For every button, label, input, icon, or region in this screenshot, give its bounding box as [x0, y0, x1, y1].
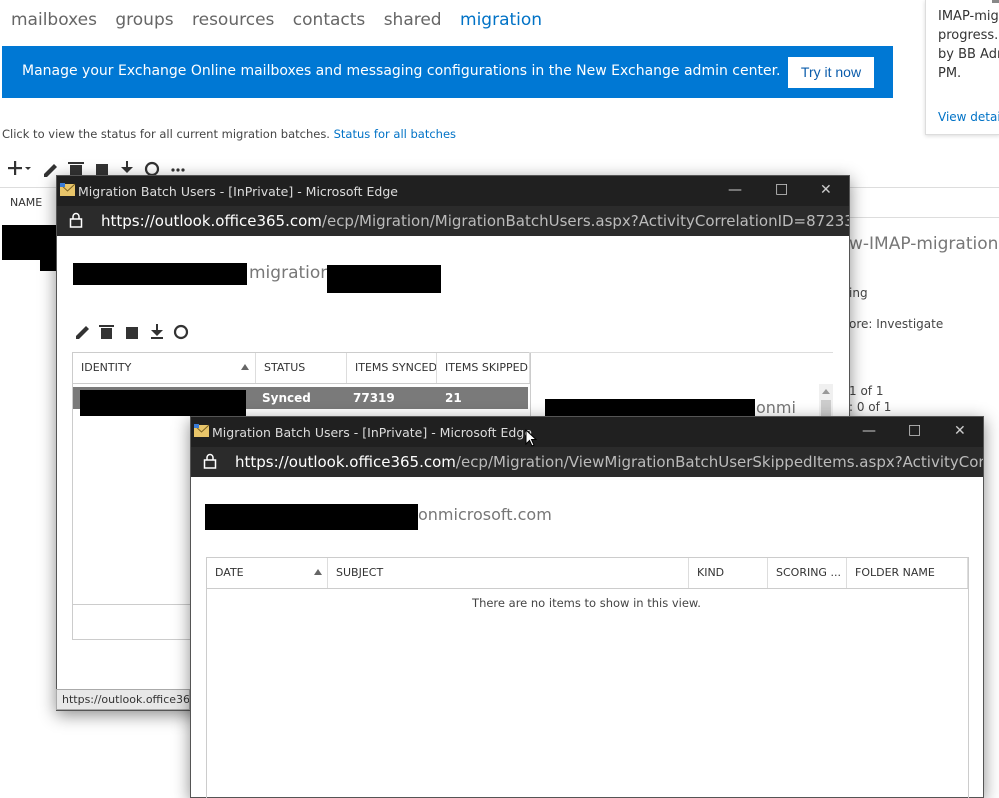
skipped-items-window: Migration Batch Users - [InPrivate] - Mi…: [190, 416, 984, 798]
envelope-icon: [194, 424, 210, 437]
view-details-link[interactable]: View details: [938, 110, 999, 124]
divider: [529, 352, 833, 353]
status-line: Click to view the status for all current…: [2, 127, 456, 141]
column-scoring[interactable]: SCORING ...: [768, 558, 847, 588]
window-title: Migration Batch Users - [InPrivate] - Mi…: [212, 425, 532, 440]
url-host: https://outlook.office365.com: [235, 453, 456, 471]
envelope-icon: [60, 183, 76, 196]
sort-ascending-icon: [241, 364, 249, 370]
minimize-button[interactable]: —: [862, 423, 876, 439]
notification-line: PM.: [938, 66, 962, 81]
users-toolbar: [76, 324, 189, 340]
link-preview-status: https://outlook.office365: [56, 689, 190, 710]
notification-line: IMAP-mig: [938, 9, 999, 24]
window-titlebar[interactable]: Migration Batch Users - [InPrivate] - Mi…: [191, 417, 983, 447]
minimize-button[interactable]: —: [728, 182, 742, 198]
url-path: /ecp/Migration/MigrationBatchUsers.aspx?…: [321, 212, 849, 230]
column-items-skipped[interactable]: ITEMS SKIPPED: [437, 353, 530, 383]
batch-heading: migration-: [249, 263, 338, 283]
redacted-block: [73, 263, 247, 285]
url-host: https://outlook.office365.com: [101, 212, 322, 230]
row-items-skipped[interactable]: 21: [445, 391, 462, 405]
nav-resources[interactable]: resources: [192, 10, 274, 30]
refresh-icon[interactable]: [144, 161, 160, 177]
top-nav: mailboxes groups resources contacts shar…: [11, 10, 555, 30]
maximize-button[interactable]: □: [908, 422, 921, 438]
redacted-block: [205, 504, 418, 530]
status-for-all-batches-link[interactable]: Status for all batches: [334, 127, 456, 141]
more-icon[interactable]: [171, 168, 185, 172]
nav-shared[interactable]: shared: [384, 10, 442, 30]
sort-ascending-icon: [314, 569, 322, 575]
column-status[interactable]: STATUS: [256, 353, 347, 383]
notification-line: by BB Adr: [938, 47, 999, 62]
notification-card: IMAP-mig progress. by BB Adr PM. View de…: [925, 0, 999, 135]
address-bar[interactable]: https://outlook.office365.com/ecp/Migrat…: [191, 447, 983, 477]
column-label: IDENTITY: [81, 361, 132, 374]
delete-icon[interactable]: [99, 325, 114, 339]
skipped-items-header: DATE SUBJECT KIND SCORING ... FOLDER NAM…: [206, 557, 969, 589]
column-kind[interactable]: KIND: [689, 558, 768, 588]
batch-details-line: ore: Investigate: [849, 317, 944, 331]
nav-groups[interactable]: groups: [115, 10, 173, 30]
batch-details-line: : 0 of 1: [849, 400, 892, 414]
maximize-button[interactable]: □: [775, 181, 788, 197]
notification-line: progress.: [938, 28, 999, 43]
column-label: DATE: [215, 566, 244, 579]
banner-text: Manage your Exchange Online mailboxes an…: [22, 63, 781, 79]
column-subject[interactable]: SUBJECT: [328, 558, 689, 588]
column-date[interactable]: DATE: [207, 558, 328, 588]
redacted-block: [327, 265, 441, 293]
window-title: Migration Batch Users - [InPrivate] - Mi…: [78, 184, 398, 199]
batch-details-line: ing: [849, 286, 868, 300]
redacted-block: [80, 390, 246, 416]
users-grid-header: IDENTITY STATUS ITEMS SYNCED ITEMS SKIPP…: [72, 352, 531, 384]
batch-details-line: 1 of 1: [849, 384, 884, 398]
edit-icon[interactable]: [76, 326, 89, 339]
mouse-cursor-icon: [525, 429, 538, 447]
user-detail-heading: onmi: [756, 398, 796, 417]
status-line-text: Click to view the status for all current…: [2, 127, 330, 141]
bell-icon: [992, 0, 999, 3]
new-eac-banner: Manage your Exchange Online mailboxes an…: [2, 46, 893, 98]
name-column-header[interactable]: NAME: [10, 196, 42, 209]
lock-icon: [69, 212, 83, 228]
add-icon[interactable]: [8, 161, 31, 175]
column-identity[interactable]: IDENTITY: [73, 353, 256, 383]
download-icon[interactable]: [151, 324, 163, 339]
nav-mailboxes[interactable]: mailboxes: [11, 10, 97, 30]
row-status: Synced: [262, 391, 311, 405]
column-items-synced[interactable]: ITEMS SYNCED: [347, 353, 437, 383]
nav-migration[interactable]: migration: [460, 10, 542, 30]
lock-icon: [203, 453, 217, 469]
table-row[interactable]: Synced 77319 21: [73, 387, 528, 416]
skipped-items-grid: [206, 557, 969, 798]
url-text: https://outlook.office365.com/ecp/Migrat…: [235, 453, 983, 471]
redacted-block: [545, 399, 755, 416]
address-bar[interactable]: https://outlook.office365.com/ecp/Migrat…: [57, 206, 849, 236]
divider: [840, 217, 999, 218]
row-items-synced: 77319: [353, 391, 395, 405]
nav-contacts[interactable]: contacts: [293, 10, 365, 30]
redacted-block: [2, 225, 56, 260]
close-button[interactable]: ✕: [820, 182, 832, 198]
url-text: https://outlook.office365.com/ecp/Migrat…: [101, 212, 849, 230]
refresh-icon[interactable]: [173, 324, 189, 340]
window-titlebar[interactable]: Migration Batch Users - [InPrivate] - Mi…: [57, 176, 849, 206]
close-button[interactable]: ✕: [954, 423, 966, 439]
batch-details-title: w-IMAP-migration-c: [849, 234, 999, 254]
column-folder-name[interactable]: FOLDER NAME: [847, 558, 968, 588]
try-it-now-button[interactable]: Try it now: [788, 57, 874, 88]
url-path: /ecp/Migration/ViewMigrationBatchUserSki…: [455, 453, 983, 471]
stop-icon[interactable]: [126, 327, 138, 339]
user-heading: onmicrosoft.com: [418, 505, 552, 524]
redacted-block: [40, 258, 56, 271]
empty-state-message: There are no items to show in this view.: [472, 596, 701, 610]
